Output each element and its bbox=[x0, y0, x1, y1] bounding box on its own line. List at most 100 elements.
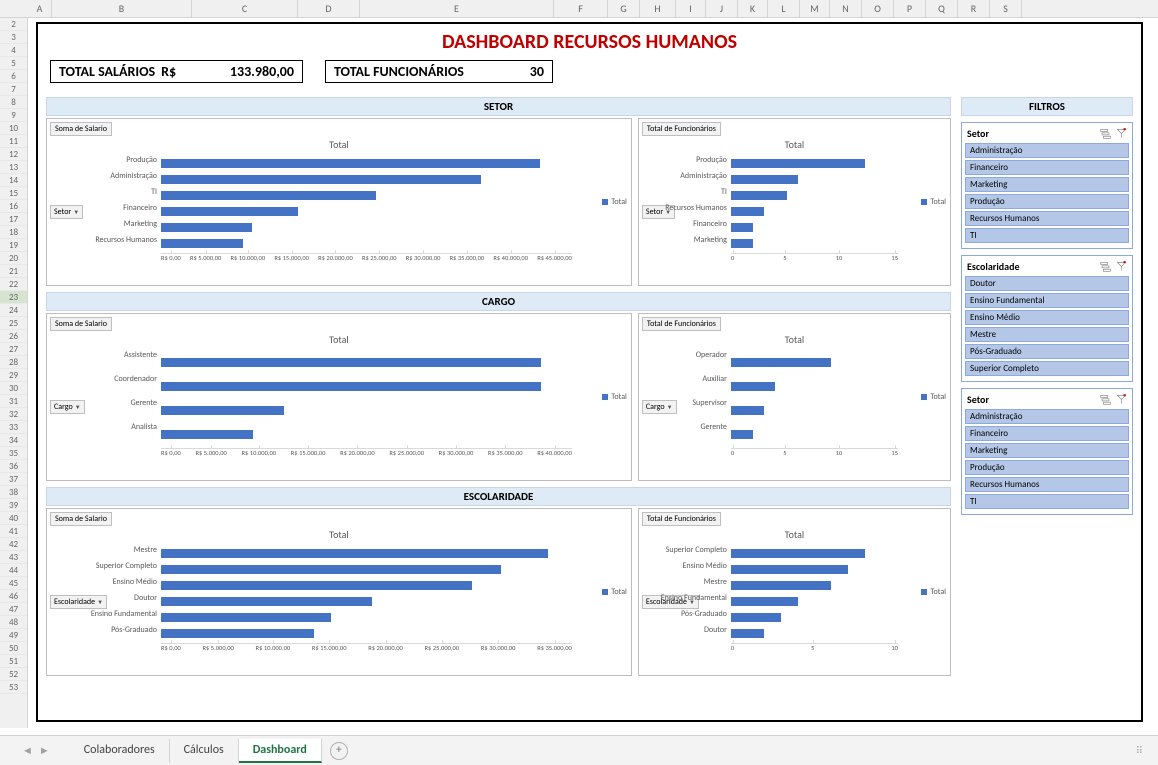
column-header-D[interactable]: D bbox=[298, 0, 360, 17]
slicer-item[interactable]: Administração bbox=[965, 143, 1129, 158]
slicer-item[interactable]: Financeiro bbox=[965, 160, 1129, 175]
slicer-item[interactable]: Marketing bbox=[965, 443, 1129, 458]
row-header-24[interactable]: 24 bbox=[0, 304, 27, 317]
axis-filter-dropdown[interactable]: Setor▼ bbox=[50, 205, 83, 219]
worksheet[interactable]: DASHBOARD RECURSOS HUMANOS TOTAL SALÁRIO… bbox=[28, 18, 1158, 728]
tab-options-icon[interactable]: ⠿ bbox=[1136, 744, 1144, 757]
row-header-38[interactable]: 38 bbox=[0, 486, 27, 499]
row-header-53[interactable]: 53 bbox=[0, 681, 27, 694]
add-sheet-button[interactable]: + bbox=[330, 742, 348, 760]
row-header-26[interactable]: 26 bbox=[0, 330, 27, 343]
row-header-41[interactable]: 41 bbox=[0, 525, 27, 538]
column-header-A[interactable]: A bbox=[28, 0, 52, 17]
slicer-item[interactable]: TI bbox=[965, 494, 1129, 509]
multiselect-icon[interactable] bbox=[1099, 261, 1111, 273]
column-header-M[interactable]: M bbox=[800, 0, 830, 17]
row-header-22[interactable]: 22 bbox=[0, 278, 27, 291]
slicer-setor-2[interactable]: SetorAdministraçãoFinanceiroMarketingPro… bbox=[961, 388, 1133, 515]
slicer-item[interactable]: Marketing bbox=[965, 177, 1129, 192]
column-header-K[interactable]: K bbox=[738, 0, 768, 17]
column-header-J[interactable]: J bbox=[706, 0, 738, 17]
multiselect-icon[interactable] bbox=[1099, 128, 1111, 140]
column-header-H[interactable]: H bbox=[640, 0, 676, 17]
row-header-17[interactable]: 17 bbox=[0, 213, 27, 226]
row-header-52[interactable]: 52 bbox=[0, 668, 27, 681]
row-header-39[interactable]: 39 bbox=[0, 499, 27, 512]
row-header-44[interactable]: 44 bbox=[0, 564, 27, 577]
row-header-10[interactable]: 10 bbox=[0, 122, 27, 135]
row-header-31[interactable]: 31 bbox=[0, 395, 27, 408]
row-header-42[interactable]: 42 bbox=[0, 538, 27, 551]
axis-filter-dropdown[interactable]: Cargo▼ bbox=[642, 400, 677, 414]
row-header-12[interactable]: 12 bbox=[0, 148, 27, 161]
row-header-47[interactable]: 47 bbox=[0, 603, 27, 616]
row-header-14[interactable]: 14 bbox=[0, 174, 27, 187]
tab-prev-icon[interactable]: ◄ bbox=[20, 744, 35, 757]
row-header-21[interactable]: 21 bbox=[0, 265, 27, 278]
slicer-item[interactable]: Doutor bbox=[965, 276, 1129, 291]
chart-cargo_func[interactable]: Total de FuncionáriosCargo▼TotalOperador… bbox=[638, 313, 951, 481]
clear-filter-icon[interactable] bbox=[1115, 261, 1127, 273]
row-header-34[interactable]: 34 bbox=[0, 434, 27, 447]
clear-filter-icon[interactable] bbox=[1115, 394, 1127, 406]
sheet-tab-cálculos[interactable]: Cálculos bbox=[170, 739, 239, 763]
chart-esc_func[interactable]: Total de FuncionáriosEscolaridade▼TotalS… bbox=[638, 508, 951, 676]
column-header-O[interactable]: O bbox=[862, 0, 894, 17]
column-header-L[interactable]: L bbox=[768, 0, 800, 17]
row-header-18[interactable]: 18 bbox=[0, 226, 27, 239]
row-header-30[interactable]: 30 bbox=[0, 382, 27, 395]
slicer-item[interactable]: Ensino Médio bbox=[965, 310, 1129, 325]
pivot-field-tag[interactable]: Total de Funcionários bbox=[642, 512, 721, 526]
slicer-item[interactable]: TI bbox=[965, 228, 1129, 243]
pivot-field-tag[interactable]: Soma de Salario bbox=[50, 512, 112, 526]
row-header-45[interactable]: 45 bbox=[0, 577, 27, 590]
slicer-item[interactable]: Administração bbox=[965, 409, 1129, 424]
slicer-item[interactable]: Mestre bbox=[965, 327, 1129, 342]
row-header-11[interactable]: 11 bbox=[0, 135, 27, 148]
row-header-28[interactable]: 28 bbox=[0, 356, 27, 369]
column-header-F[interactable]: F bbox=[554, 0, 608, 17]
pivot-field-tag[interactable]: Total de Funcionários bbox=[642, 122, 721, 136]
sheet-tab-colaboradores[interactable]: Colaboradores bbox=[70, 739, 170, 763]
row-header-29[interactable]: 29 bbox=[0, 369, 27, 382]
chart-cargo_salario[interactable]: Soma de SalarioCargo▼TotalAssistenteCoor… bbox=[46, 313, 632, 481]
row-header-25[interactable]: 25 bbox=[0, 317, 27, 330]
row-header-51[interactable]: 51 bbox=[0, 655, 27, 668]
chart-setor_salario[interactable]: Soma de SalarioSetor▼TotalProduçãoAdmini… bbox=[46, 118, 632, 286]
pivot-field-tag[interactable]: Soma de Salario bbox=[50, 122, 112, 136]
column-header-R[interactable]: R bbox=[958, 0, 990, 17]
column-header-B[interactable]: B bbox=[52, 0, 192, 17]
column-header-I[interactable]: I bbox=[676, 0, 706, 17]
row-header-9[interactable]: 9 bbox=[0, 109, 27, 122]
column-header-E[interactable]: E bbox=[360, 0, 554, 17]
slicer-item[interactable]: Recursos Humanos bbox=[965, 477, 1129, 492]
pivot-field-tag[interactable]: Total de Funcionários bbox=[642, 317, 721, 331]
row-header-16[interactable]: 16 bbox=[0, 200, 27, 213]
row-header-36[interactable]: 36 bbox=[0, 460, 27, 473]
row-header-20[interactable]: 20 bbox=[0, 252, 27, 265]
axis-filter-dropdown[interactable]: Cargo▼ bbox=[50, 400, 85, 414]
axis-filter-dropdown[interactable]: Escolaridade▼ bbox=[50, 595, 107, 609]
slicer-setor-0[interactable]: SetorAdministraçãoFinanceiroMarketingPro… bbox=[961, 122, 1133, 249]
slicer-item[interactable]: Financeiro bbox=[965, 426, 1129, 441]
column-header-G[interactable]: G bbox=[608, 0, 640, 17]
slicer-item[interactable]: Superior Completo bbox=[965, 361, 1129, 376]
row-header-49[interactable]: 49 bbox=[0, 629, 27, 642]
row-header-4[interactable]: 4 bbox=[0, 44, 27, 57]
row-header-15[interactable]: 15 bbox=[0, 187, 27, 200]
slicer-escolaridade-1[interactable]: EscolaridadeDoutorEnsino FundamentalEnsi… bbox=[961, 255, 1133, 382]
row-header-40[interactable]: 40 bbox=[0, 512, 27, 525]
pivot-field-tag[interactable]: Soma de Salario bbox=[50, 317, 112, 331]
row-header-7[interactable]: 7 bbox=[0, 83, 27, 96]
slicer-item[interactable]: Recursos Humanos bbox=[965, 211, 1129, 226]
row-header-2[interactable]: 2 bbox=[0, 18, 27, 31]
row-header-27[interactable]: 27 bbox=[0, 343, 27, 356]
row-header-35[interactable]: 35 bbox=[0, 447, 27, 460]
row-header-32[interactable]: 32 bbox=[0, 408, 27, 421]
row-header-37[interactable]: 37 bbox=[0, 473, 27, 486]
clear-filter-icon[interactable] bbox=[1115, 128, 1127, 140]
row-header-3[interactable]: 3 bbox=[0, 31, 27, 44]
sheet-tab-dashboard[interactable]: Dashboard bbox=[239, 739, 322, 763]
column-header-P[interactable]: P bbox=[894, 0, 926, 17]
row-header-46[interactable]: 46 bbox=[0, 590, 27, 603]
